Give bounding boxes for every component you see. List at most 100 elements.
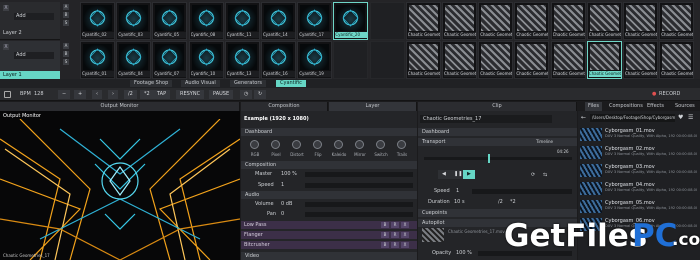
clip-slot[interactable]: Cyantific_13 xyxy=(224,41,260,79)
bpm-increase-button[interactable]: + xyxy=(74,90,87,99)
half-button[interactable]: /2 xyxy=(124,90,137,99)
effect-button[interactable]: R xyxy=(391,222,399,228)
clip-slot[interactable]: Cyantific_04 xyxy=(116,41,152,79)
layer-2-header[interactable]: X Add Layer 2 xyxy=(0,2,60,40)
clip-slot[interactable]: Chaotic Geometri xyxy=(550,2,586,40)
clip-slot[interactable]: Chaotic Geometri xyxy=(514,41,550,79)
clip-slot[interactable]: Chaotic Geometri xyxy=(586,41,622,79)
clip-slot[interactable]: Chaotic Geometri xyxy=(623,2,658,40)
clip-slot[interactable]: Chaotic Geometri xyxy=(550,41,586,79)
timeline-dropdown[interactable]: Timeline xyxy=(536,138,553,146)
file-item[interactable]: Cyborgasm_04.mov DXV 3 Normal Quality, Wi… xyxy=(580,181,698,197)
effect-button[interactable]: X xyxy=(401,222,409,228)
clip-slot[interactable]: Chaotic Geometri xyxy=(405,41,441,79)
tab-cyantific[interactable]: Cyantific xyxy=(276,80,306,87)
back-arrow-icon[interactable]: ← xyxy=(581,114,586,121)
clip-timeline[interactable] xyxy=(424,157,572,160)
add-clip-dropdown[interactable]: Add xyxy=(14,52,54,59)
pause-button[interactable]: PAUSE xyxy=(209,90,234,99)
clip-slot[interactable]: Cyantific_02 xyxy=(80,2,115,40)
layer-b-button[interactable]: B xyxy=(63,51,69,57)
pan-slider[interactable] xyxy=(305,212,413,217)
bounce-icon[interactable]: ⇆ xyxy=(543,172,547,178)
list-icon[interactable]: ☰ xyxy=(688,114,693,121)
close-layer-button[interactable]: X xyxy=(3,44,9,50)
clip-slot[interactable]: Chaotic Geometri xyxy=(659,41,695,79)
opacity-value[interactable]: 100 % xyxy=(456,250,472,256)
volume-slider[interactable] xyxy=(305,202,413,207)
grid-icon[interactable] xyxy=(4,91,11,98)
speed-value[interactable]: 1 xyxy=(281,182,284,188)
tab-clip[interactable]: Clip xyxy=(418,102,577,111)
clip-slot[interactable]: Chaotic Geometric xyxy=(405,2,441,40)
dashboard-knob[interactable] xyxy=(271,140,280,149)
clip-slot[interactable] xyxy=(333,41,369,79)
file-item[interactable]: Cyborgasm_02.mov DXV 3 Normal Quality, Wi… xyxy=(580,145,698,161)
path-field[interactable]: /Users/Desktop/Footage/Shop/Cyborgasm xyxy=(590,114,675,122)
metronome-icon[interactable]: ◷ xyxy=(240,90,253,99)
dashboard-knob[interactable] xyxy=(397,140,406,149)
duration-half-button[interactable]: /2 xyxy=(498,199,503,205)
tab-composition[interactable]: Composition xyxy=(241,102,328,111)
layer-1-header[interactable]: X Add Layer 1 xyxy=(0,41,60,79)
file-item[interactable]: Cyborgasm_05.mov DXV 3 Normal Quality, Wi… xyxy=(580,199,698,215)
add-clip-dropdown[interactable]: Add xyxy=(14,13,54,20)
video-section[interactable]: Video xyxy=(241,252,417,260)
layer-name[interactable]: Layer 1 xyxy=(0,71,60,79)
clip-dashboard-section[interactable]: Dashboard xyxy=(418,128,577,136)
tab-effects[interactable]: Effects xyxy=(644,102,667,111)
file-item[interactable]: Cyborgasm_03.mov DXV 3 Normal Quality, Wi… xyxy=(580,163,698,179)
tab-generators[interactable]: Generators xyxy=(230,80,266,87)
tab-layer[interactable]: Layer xyxy=(329,102,417,111)
play-forward-icon[interactable]: ▶ xyxy=(463,170,475,179)
effect-button[interactable]: B xyxy=(381,232,389,238)
effect-button[interactable]: B xyxy=(381,222,389,228)
clip-slot[interactable] xyxy=(369,41,405,79)
clip-slot[interactable]: Cyantific_19 xyxy=(297,41,333,79)
clip-slot[interactable]: Cyantific_01 xyxy=(80,41,115,79)
clip-name-field[interactable]: Chaotic Geometries_17 xyxy=(420,115,552,123)
dashboard-section[interactable]: Dashboard xyxy=(241,128,417,136)
pan-value[interactable]: 0 xyxy=(281,211,284,217)
effect-button[interactable]: X xyxy=(401,242,409,248)
bpm-decrease-button[interactable]: − xyxy=(58,90,71,99)
composition-section[interactable]: Composition xyxy=(241,161,417,169)
dashboard-knob[interactable] xyxy=(292,140,301,149)
playhead[interactable] xyxy=(488,154,490,163)
layer-a-button[interactable]: A xyxy=(63,43,69,49)
effect-button[interactable]: R xyxy=(391,232,399,238)
clip-slot[interactable]: Chaotic Geometri xyxy=(623,41,658,79)
nudge-back-button[interactable]: ‹ xyxy=(92,90,102,99)
dashboard-knob[interactable] xyxy=(250,140,259,149)
clip-slot[interactable]: Cyantific_11 xyxy=(224,2,260,40)
clip-slot[interactable]: Cyantific_16 xyxy=(261,41,296,79)
clip-slot[interactable]: Chaotic Geometri xyxy=(478,2,514,40)
clip-slot[interactable]: Chaotic Geometri xyxy=(659,2,695,40)
clip-speed-slider[interactable] xyxy=(472,189,572,194)
clip-slot[interactable]: Chaotic Geometri xyxy=(442,41,477,79)
clip-slot[interactable]: Chaotic Geometri xyxy=(514,2,550,40)
duration-double-button[interactable]: *2 xyxy=(510,199,516,205)
nudge-forward-button[interactable]: › xyxy=(108,90,118,99)
clip-slot[interactable]: Cyantific_07 xyxy=(152,41,188,79)
tab-files[interactable]: Files xyxy=(585,102,602,111)
layer-a-button[interactable]: A xyxy=(63,4,69,10)
layer-b-button[interactable]: B xyxy=(63,12,69,18)
loop-icon[interactable]: ⟳ xyxy=(531,172,535,178)
dashboard-knob[interactable] xyxy=(376,140,385,149)
layer-s-button[interactable]: S xyxy=(63,59,69,65)
heart-icon[interactable]: ♥ xyxy=(678,114,683,121)
clip-speed-value[interactable]: 1 xyxy=(456,188,459,194)
clip-transport-section[interactable]: Transport xyxy=(418,138,577,146)
clip-slot[interactable]: Cyantific_10 xyxy=(188,41,224,79)
clip-slot[interactable]: Chaotic Geometri xyxy=(586,2,622,40)
clip-slot[interactable]: Cyantific_05 xyxy=(152,2,188,40)
effect-button[interactable]: X xyxy=(401,232,409,238)
effect-button[interactable]: B xyxy=(381,242,389,248)
close-layer-button[interactable]: X xyxy=(3,5,9,11)
tab-footage-shop[interactable]: Footage Shop xyxy=(130,80,173,87)
master-slider[interactable] xyxy=(305,172,413,177)
dashboard-knob[interactable] xyxy=(334,140,343,149)
tab-compositions[interactable]: Compositions xyxy=(606,102,646,111)
tab-audio-visual[interactable]: Audio Visual xyxy=(181,80,220,87)
